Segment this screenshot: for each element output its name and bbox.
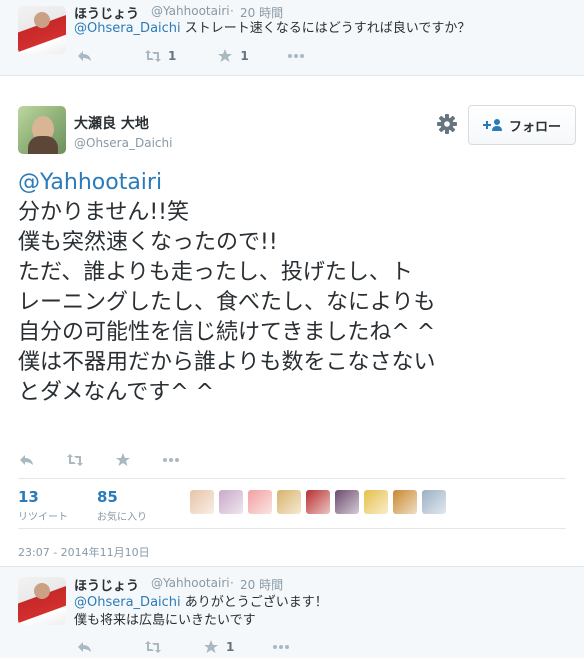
tweet-line: 僕は不器用だから誰よりも数をこなさない — [18, 350, 436, 375]
stats-divider-bottom — [18, 528, 566, 529]
main-tweet-text: @Yahhootairi 分かりません!!笑 僕も突然速くなったので!! ただ、… — [18, 168, 578, 408]
add-user-icon — [482, 119, 502, 131]
tweet-text-body: ストレート速くなるにはどうすれば良いですか？ — [184, 21, 471, 36]
reply-icon — [78, 51, 91, 61]
favorite-count: 1 — [226, 640, 235, 654]
tweet-text-line2: 僕も将来は広島にいきたいです — [74, 613, 256, 628]
main-mention-link[interactable]: @Yahhootairi — [18, 168, 578, 198]
tweet-line: レーニングしたし、食べたし、なによりも — [18, 290, 436, 315]
retweet-button[interactable] — [144, 640, 162, 654]
retweet-button[interactable] — [66, 453, 84, 467]
favorite-stat[interactable]: 85 お気に入り — [97, 488, 147, 523]
main-avatar[interactable] — [18, 106, 66, 154]
mention-link[interactable]: @Ohsera_Daichi — [74, 595, 181, 610]
meta-separator: · — [230, 576, 234, 590]
tweet-time[interactable]: 20 時間 — [240, 576, 283, 593]
reply-button[interactable] — [76, 640, 94, 654]
reply-button[interactable] — [76, 49, 94, 63]
favorite-stat-count: 85 — [97, 488, 118, 506]
star-icon — [116, 453, 130, 466]
more-button[interactable] — [272, 640, 290, 654]
tweet-line: ただ、誰よりも走ったし、投げたし、ト — [18, 260, 413, 285]
reply-tweet-bottom[interactable]: ほうじょう @Yahhootairi · 20 時間 @Ohsera_Daich… — [0, 566, 584, 658]
tweet-line: 自分の可能性を信じ続けてきましたね^ ^ — [18, 320, 436, 345]
more-icon — [163, 458, 179, 462]
liker-avatar[interactable] — [190, 490, 214, 514]
star-icon — [204, 640, 218, 653]
reply-icon — [20, 455, 33, 465]
tweet-text: @Ohsera_Daichi ありがとうございます！ — [74, 594, 328, 612]
liker-avatar[interactable] — [335, 490, 359, 514]
liker-avatar[interactable] — [422, 490, 446, 514]
tweet-timestamp[interactable]: 23:07 - 2014年11月10日 — [18, 544, 150, 560]
meta-separator: · — [230, 4, 234, 18]
liker-avatar[interactable] — [364, 490, 388, 514]
favorite-button[interactable]: 1 — [216, 49, 249, 63]
avatar[interactable] — [18, 6, 66, 54]
favorite-button[interactable] — [114, 453, 132, 467]
tweet-line: とダメなんです^ ^ — [18, 380, 215, 405]
retweet-icon — [67, 454, 83, 466]
tweet-actions: 1 — [76, 640, 320, 654]
follow-label: フォロー — [508, 119, 561, 135]
retweet-button[interactable]: 1 — [144, 49, 176, 63]
retweet-stat-count: 13 — [18, 488, 39, 506]
avatar[interactable] — [18, 577, 66, 625]
tweet-line: 僕も突然速くなったので!! — [18, 230, 278, 255]
main-tweet-actions — [18, 453, 210, 467]
likers-avatars — [190, 490, 451, 514]
more-button[interactable] — [162, 453, 180, 467]
favorite-stat-label: お気に入り — [97, 512, 147, 523]
retweet-icon — [145, 50, 161, 62]
liker-avatar[interactable] — [306, 490, 330, 514]
liker-avatar[interactable] — [248, 490, 272, 514]
favorite-count: 1 — [240, 49, 249, 63]
retweet-count: 1 — [168, 49, 177, 63]
gear-icon[interactable] — [436, 113, 458, 135]
author-handle[interactable]: @Yahhootairi — [151, 4, 230, 18]
liker-avatar[interactable] — [277, 490, 301, 514]
liker-avatar[interactable] — [393, 490, 417, 514]
more-button[interactable] — [287, 49, 305, 63]
main-author-handle[interactable]: @Ohsera_Daichi — [74, 136, 172, 150]
retweet-stat-label: リツイート — [18, 512, 68, 523]
author-handle[interactable]: @Yahhootairi — [151, 576, 230, 590]
more-icon — [273, 645, 290, 649]
star-icon — [218, 49, 233, 62]
favorite-button[interactable]: 1 — [202, 640, 234, 654]
liker-avatar[interactable] — [219, 490, 243, 514]
tweet-time[interactable]: 20 時間 — [240, 4, 283, 21]
more-icon — [287, 54, 304, 58]
reply-tweet-top[interactable]: ほうじょう @Yahhootairi · 20 時間 @Ohsera_Daich… — [0, 0, 584, 76]
reply-icon — [78, 642, 91, 652]
retweet-icon — [145, 641, 161, 653]
author-name[interactable]: ほうじょう — [74, 575, 139, 594]
main-author-name[interactable]: 大瀬良 大地 — [74, 113, 149, 133]
mention-link[interactable]: @Ohsera_Daichi — [74, 21, 181, 36]
follow-button[interactable]: フォロー — [468, 105, 576, 145]
tweet-actions: 1 1 — [76, 49, 335, 63]
tweet-text: @Ohsera_Daichi ストレート速くなるにはどうすれば良いですか？ — [74, 20, 470, 38]
retweet-stat[interactable]: 13 リツイート — [18, 488, 68, 523]
tweet-line: 分かりません!!笑 — [18, 200, 189, 225]
reply-button[interactable] — [18, 453, 36, 467]
stats-divider-top — [18, 478, 566, 479]
tweet-text-body: ありがとうございます！ — [184, 595, 328, 610]
